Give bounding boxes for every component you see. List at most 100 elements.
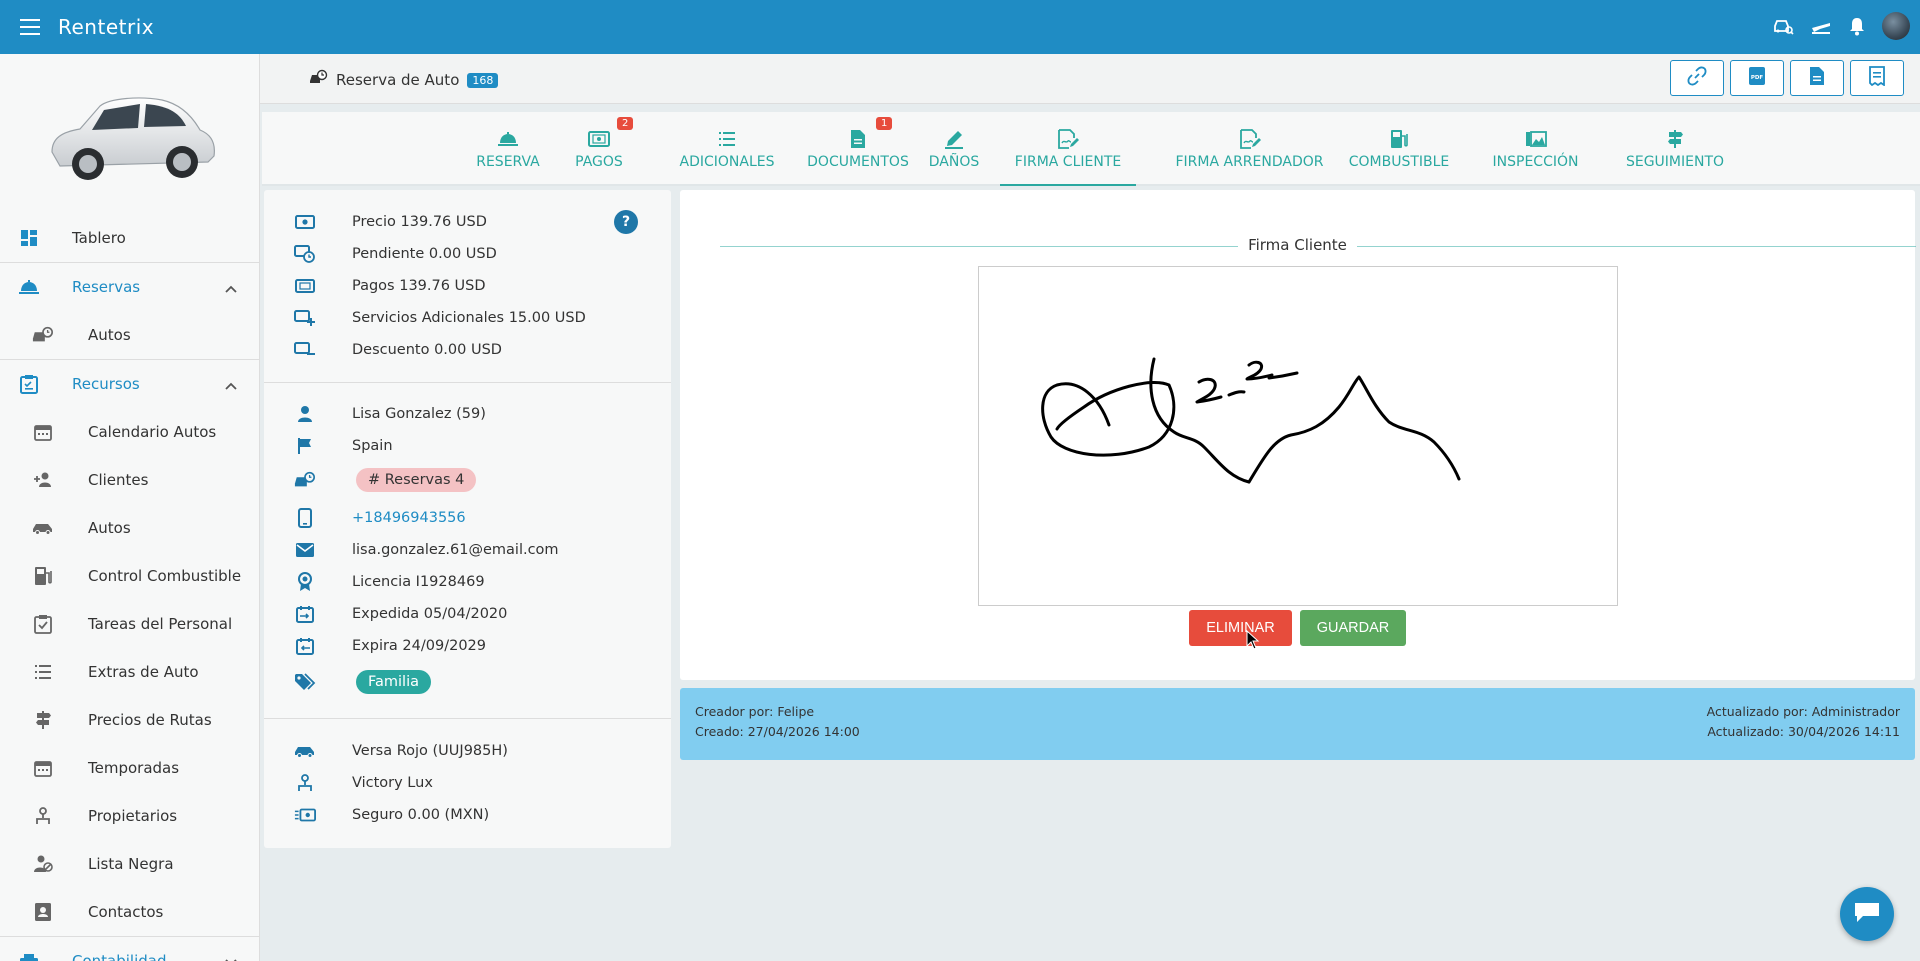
money-icon [294,279,316,293]
discount-text: Descuento 0.00 USD [352,342,502,358]
signature-title-wrap: Firma Cliente [680,236,1915,254]
tab-seguimiento[interactable]: SEGUIMIENTO [1598,112,1752,186]
sidebar-item-label: Reservas [72,278,141,296]
sidebar-item-precios-de-rutas[interactable]: Precios de Rutas [0,696,259,744]
sidebar-item-calendario-autos[interactable]: Calendario Autos [0,408,259,456]
plane-icon[interactable] [1810,16,1832,36]
sidebar-item-autos[interactable]: Autos [0,504,259,552]
dashboard-icon [18,228,40,248]
pdf-icon: PDF [1748,66,1766,90]
sidebar-item-autos[interactable]: Autos [0,311,259,359]
sidebar-item-label: Propietarios [88,807,178,825]
document-button[interactable] [1790,60,1844,96]
sidebar-item-tareas-del-personal[interactable]: Tareas del Personal [0,600,259,648]
page-title: Reserva de Auto 168 [308,69,499,91]
page-title-text: Reserva de Auto [336,71,460,89]
list-icon [718,128,736,150]
delete-signature-button[interactable]: ELIMINAR [1189,610,1292,646]
fuel-icon [32,566,54,586]
menu-icon[interactable] [20,19,40,35]
tab-daños[interactable]: DAÑOS [917,112,991,186]
bell-icon[interactable] [1848,16,1866,36]
issued-row: Expedida 05/04/2020 [264,598,671,630]
sidebar-item-label: Tareas del Personal [88,615,233,633]
chevron-down-icon[interactable] [225,953,237,961]
tag-row: Familia [264,666,671,698]
sidebar-item-control-combustible[interactable]: Control Combustible [0,552,259,600]
sidebar-item-lista-negra[interactable]: Lista Negra [0,840,259,888]
sidebar-item-recursos[interactable]: Recursos [0,360,259,408]
tab-combustible[interactable]: COMBUSTIBLE [1336,112,1462,186]
tab-inspección[interactable]: INSPECCIÓN [1477,112,1594,186]
pdf-button[interactable]: PDF [1730,60,1784,96]
receipt-button[interactable] [1850,60,1904,96]
reservations-chip-wrap: # Reservas 4 [356,468,477,492]
payments-text: Pagos 139.76 USD [352,278,486,294]
sidebar: Tablero Reservas Autos Recursos Calendario A… [0,54,260,961]
header-actions: PDF [1670,60,1904,96]
sidebar-item-label: Tablero [72,229,126,247]
insurance-row: Seguro 0.00 (MXN) [264,799,671,831]
tab-firma-cliente[interactable]: FIRMA CLIENTE [1000,112,1136,186]
tab-firma-arrendador[interactable]: FIRMA ARRENDADOR [1152,112,1347,186]
audit-info-bar: Creador por: Felipe Creado: 27/04/2026 1… [680,688,1915,760]
calendar-arrow-icon [294,605,316,623]
chevron-up-icon[interactable] [225,279,237,297]
tab-count-badge: 2 [617,117,634,130]
signature-icon [1057,128,1079,150]
email-row: lisa.gonzalez.61@email.com [264,534,671,566]
signature-drawing [1041,357,1461,484]
customer-license: Licencia I1928469 [352,574,485,590]
person-icon [294,405,316,423]
bell-hop-icon [497,128,519,150]
tab-label: COMBUSTIBLE [1348,154,1450,170]
sidebar-item-clientes[interactable]: Clientes [0,456,259,504]
signature-pad[interactable] [978,266,1618,606]
avatar[interactable] [1882,12,1910,40]
owner-row: Victory Lux [264,767,671,799]
sidebar-item-contactos[interactable]: Contactos [0,888,259,936]
customer-name: Lisa Gonzalez (59) [352,406,486,422]
sidebar-item-label: Temporadas [88,759,180,777]
updated-by: Actualizado por: Administrador [1706,704,1900,719]
sidebar-item-temporadas[interactable]: Temporadas [0,744,259,792]
users-icon [32,470,54,490]
extras-text: Servicios Adicionales 15.00 USD [352,310,586,326]
tab-documentos[interactable]: DOCUMENTOS 1 [780,112,936,186]
reservations-count-chip[interactable]: # Reservas 4 [356,468,477,492]
sidebar-nav: Tablero Reservas Autos Recursos Calendario A… [0,214,259,961]
receipt-icon [1868,66,1886,90]
sidebar-item-contabilidad[interactable]: Contabilidad [0,937,259,961]
owner-icon [32,806,54,826]
link-button[interactable] [1670,60,1724,96]
document-icon [1809,66,1825,90]
divider [264,382,671,383]
money-icon [294,215,316,229]
save-signature-button[interactable]: GUARDAR [1300,610,1406,646]
calendar-icon [32,422,54,442]
tab-reserva[interactable]: RESERVA [472,112,544,186]
updated-at: Actualizado: 30/04/2026 14:11 [1707,724,1900,739]
blacklist-icon [32,854,54,874]
customer-name-row: Lisa Gonzalez (59) [264,398,671,430]
tab-pagos[interactable]: PAGOS 2 [565,112,634,186]
list-icon [32,662,54,682]
money-icon [588,128,610,150]
sidebar-item-tablero[interactable]: Tablero [0,214,259,262]
money-clock-icon [294,244,316,264]
car-search-icon[interactable] [1772,16,1794,36]
sidebar-item-propietarios[interactable]: Propietarios [0,792,259,840]
sidebar-item-extras-de-auto[interactable]: Extras de Auto [0,648,259,696]
car-icon [294,744,316,758]
chat-button[interactable] [1840,887,1894,941]
sidebar-item-label: Contabilidad [72,952,167,961]
chevron-up-icon[interactable] [225,376,237,394]
calendar-arrow-icon [294,637,316,655]
customer-tag-chip[interactable]: Familia [356,670,431,694]
tab-count-badge: 1 [876,117,893,130]
tab-label: FIRMA ARRENDADOR [1175,154,1324,170]
phone-row: +18496943556 [264,502,671,534]
divider [264,718,671,719]
sidebar-item-reservas[interactable]: Reservas [0,263,259,311]
customer-phone-link[interactable]: +18496943556 [352,510,466,526]
